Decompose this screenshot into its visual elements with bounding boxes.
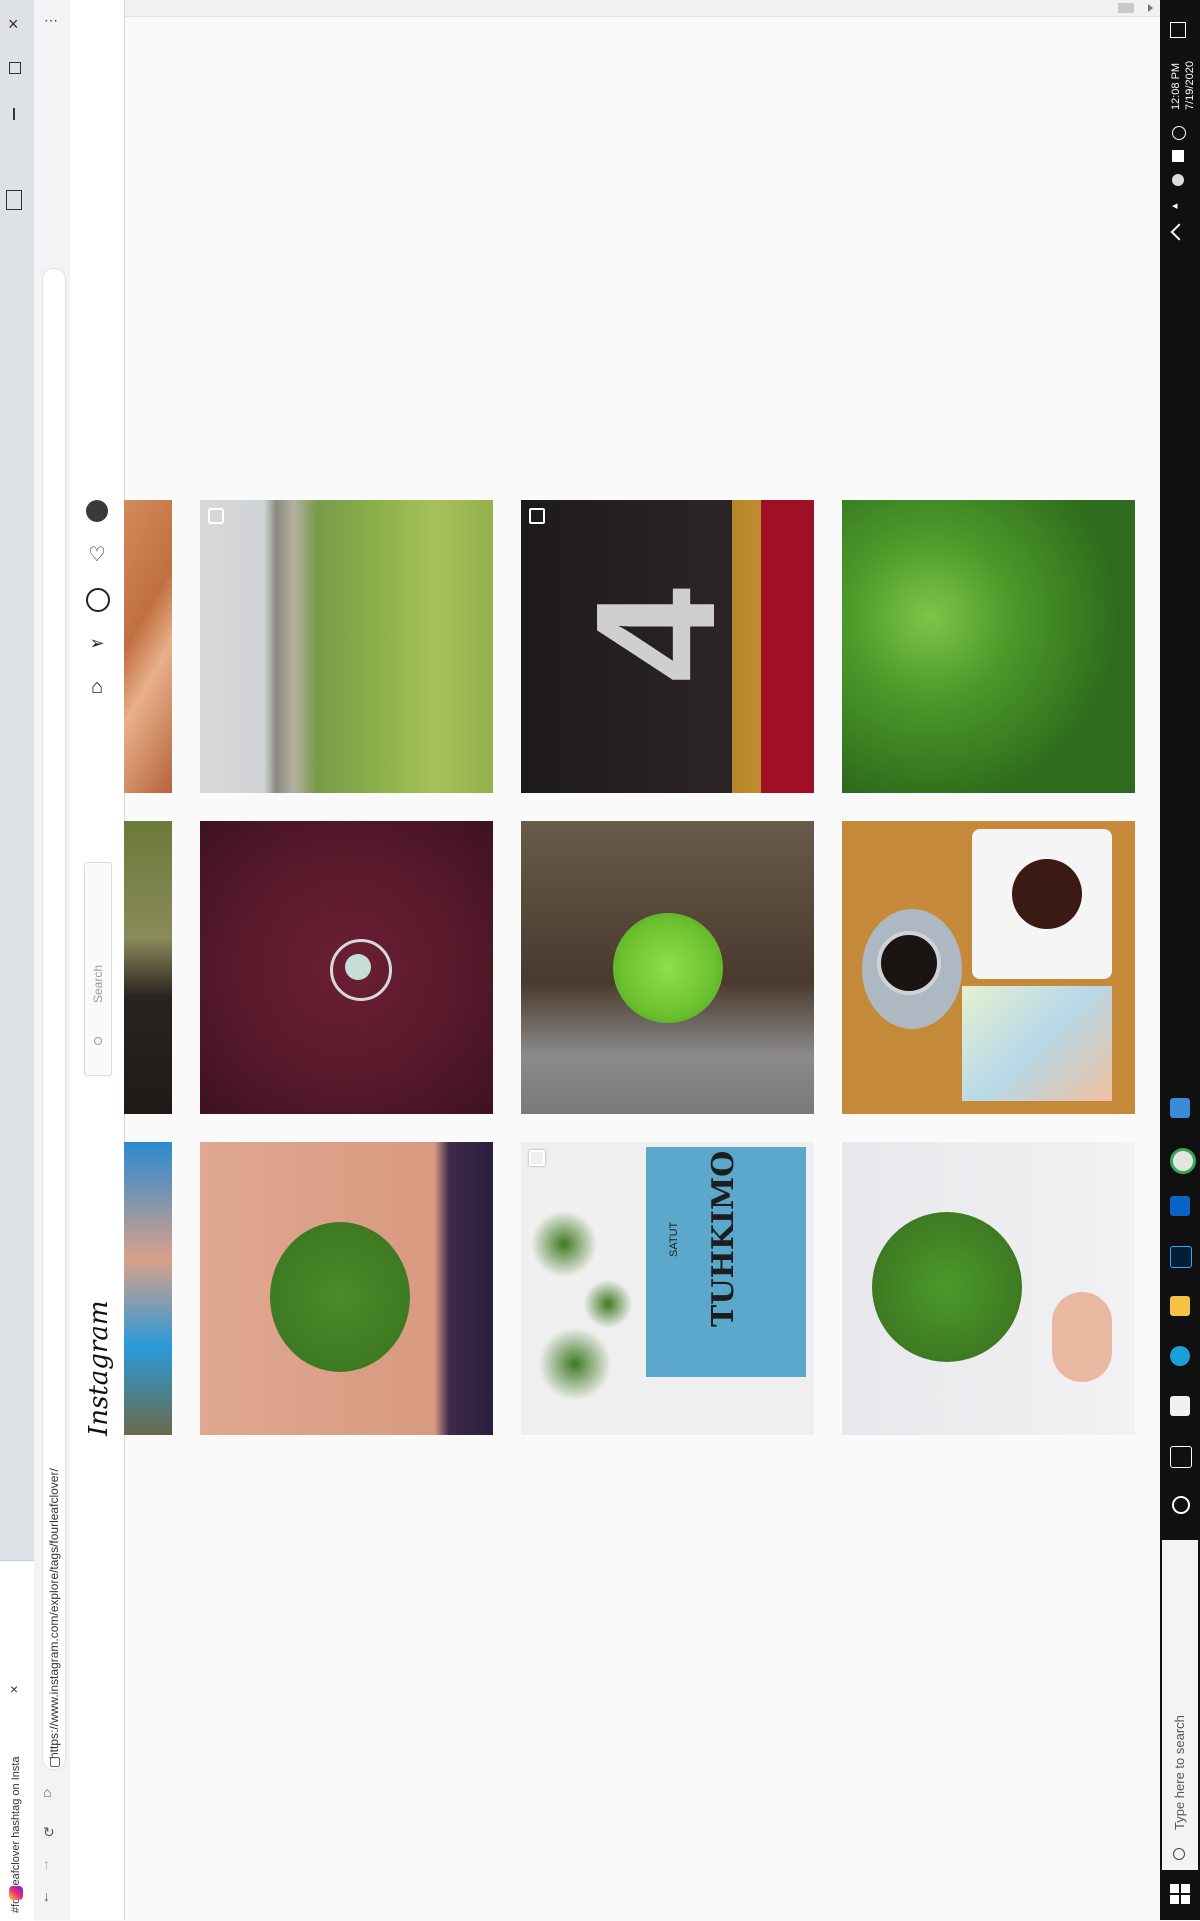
book-subtitle: SATUT <box>668 1221 680 1257</box>
home-icon[interactable]: ⌂ <box>43 1784 51 1800</box>
tab-actions-icon[interactable] <box>6 190 22 210</box>
page-scrollbar[interactable] <box>70 0 1160 17</box>
post-p12[interactable] <box>842 1142 1135 1435</box>
scroll-right-icon[interactable] <box>1148 4 1153 12</box>
book <box>962 986 1112 1101</box>
window-restore-icon[interactable] <box>9 62 21 74</box>
dropbox-icon[interactable] <box>1172 150 1184 162</box>
profile-avatar[interactable] <box>86 500 108 522</box>
multi-photo-icon <box>529 508 545 524</box>
clover-leaf <box>270 1222 410 1372</box>
camera-icon <box>208 508 224 524</box>
search-input[interactable]: Search <box>84 862 112 1076</box>
onedrive-icon[interactable] <box>1172 174 1184 186</box>
start-windows-icon[interactable] <box>1170 1884 1190 1904</box>
pendant-stone <box>345 954 371 980</box>
post-p6[interactable] <box>200 821 493 1114</box>
pen-icon[interactable] <box>1172 126 1186 140</box>
taskbar-search-placeholder: Type here to search <box>1172 1715 1187 1830</box>
clover-leaf <box>613 913 723 1023</box>
edge-icon[interactable] <box>1170 1346 1190 1366</box>
volume-icon[interactable]: ◂ <box>1172 200 1184 212</box>
clovers <box>531 1172 641 1412</box>
book-title: TUHKIMO <box>706 1150 741 1327</box>
back-icon[interactable]: ↓ <box>43 1888 50 1904</box>
active-tab[interactable]: × #fourleafclover hashtag on Insta <box>0 1560 34 1921</box>
menu-dots-icon[interactable]: ⋯ <box>44 12 58 29</box>
window-close-icon[interactable]: × <box>8 14 19 35</box>
home-icon[interactable]: ⌂ <box>86 676 108 698</box>
search-icon <box>94 1037 102 1045</box>
cortana-icon[interactable] <box>1172 1496 1190 1514</box>
post-p11[interactable]: TUHKIMO SATUT <box>521 1142 814 1435</box>
clock-date[interactable]: 7/19/2020 <box>1184 61 1196 110</box>
show-hidden-icons[interactable] <box>1170 223 1188 241</box>
book-cover: TUHKIMO SATUT <box>646 1147 806 1377</box>
taskbar-search-box[interactable]: Type here to search <box>1162 1540 1198 1870</box>
cake <box>1012 859 1082 929</box>
photoshop-icon[interactable] <box>1170 1246 1192 1268</box>
post-p9[interactable] <box>124 1142 172 1435</box>
outlook-icon[interactable] <box>1170 1196 1190 1216</box>
post-p5[interactable] <box>124 821 172 1114</box>
reload-icon[interactable]: ↻ <box>43 1824 55 1841</box>
explore-compass-icon[interactable] <box>86 588 110 612</box>
post-p7[interactable] <box>521 821 814 1114</box>
clock-time[interactable]: 12:08 PM <box>1170 63 1182 110</box>
instagram-favicon-icon <box>9 1886 23 1900</box>
search-placeholder: Search <box>91 964 105 1003</box>
store-icon[interactable] <box>1170 1396 1190 1416</box>
taskbar-app-1-icon[interactable] <box>1170 1098 1190 1118</box>
post-p3[interactable]: 4 <box>521 500 814 793</box>
post-p2[interactable] <box>200 500 493 793</box>
clover-leaf <box>872 1212 1022 1362</box>
post-p1[interactable] <box>124 500 172 793</box>
red-stripe <box>761 500 814 793</box>
tab-close-icon[interactable]: × <box>10 1681 18 1697</box>
browser-tab-strip: × + × #fourleafclover hashtag on Insta <box>0 0 35 1921</box>
post-p8[interactable] <box>842 821 1135 1114</box>
forward-icon[interactable]: ↑ <box>43 1856 50 1872</box>
url-text[interactable]: https://www.instagram.com/explore/tags/f… <box>47 1468 61 1759</box>
action-center-icon[interactable] <box>1170 22 1186 38</box>
post-p10[interactable] <box>200 1142 493 1435</box>
lock-icon[interactable] <box>50 1757 60 1767</box>
hand <box>1052 1292 1112 1382</box>
post-p4[interactable] <box>842 500 1135 793</box>
coffee-cup <box>877 931 941 995</box>
direct-send-icon[interactable]: ➢ <box>86 632 108 654</box>
file-explorer-icon[interactable] <box>1170 1296 1190 1316</box>
task-view-icon[interactable] <box>1170 1446 1192 1468</box>
number-four: 4 <box>561 587 751 683</box>
multi-photo-icon <box>529 1150 545 1166</box>
window-minimize-icon[interactable] <box>13 108 15 120</box>
search-icon <box>1173 1848 1185 1860</box>
scroll-thumb[interactable] <box>1118 3 1134 13</box>
address-bar[interactable]: https://www.instagram.com/explore/tags/f… <box>42 268 66 1770</box>
instagram-logo[interactable]: Instagram <box>84 1300 114 1436</box>
activity-heart-icon[interactable]: ♡ <box>86 544 108 566</box>
taskbar: 12:08 PM 7/19/2020 ◂ Type here to search <box>1160 0 1200 1920</box>
chrome-icon[interactable] <box>1170 1148 1196 1174</box>
